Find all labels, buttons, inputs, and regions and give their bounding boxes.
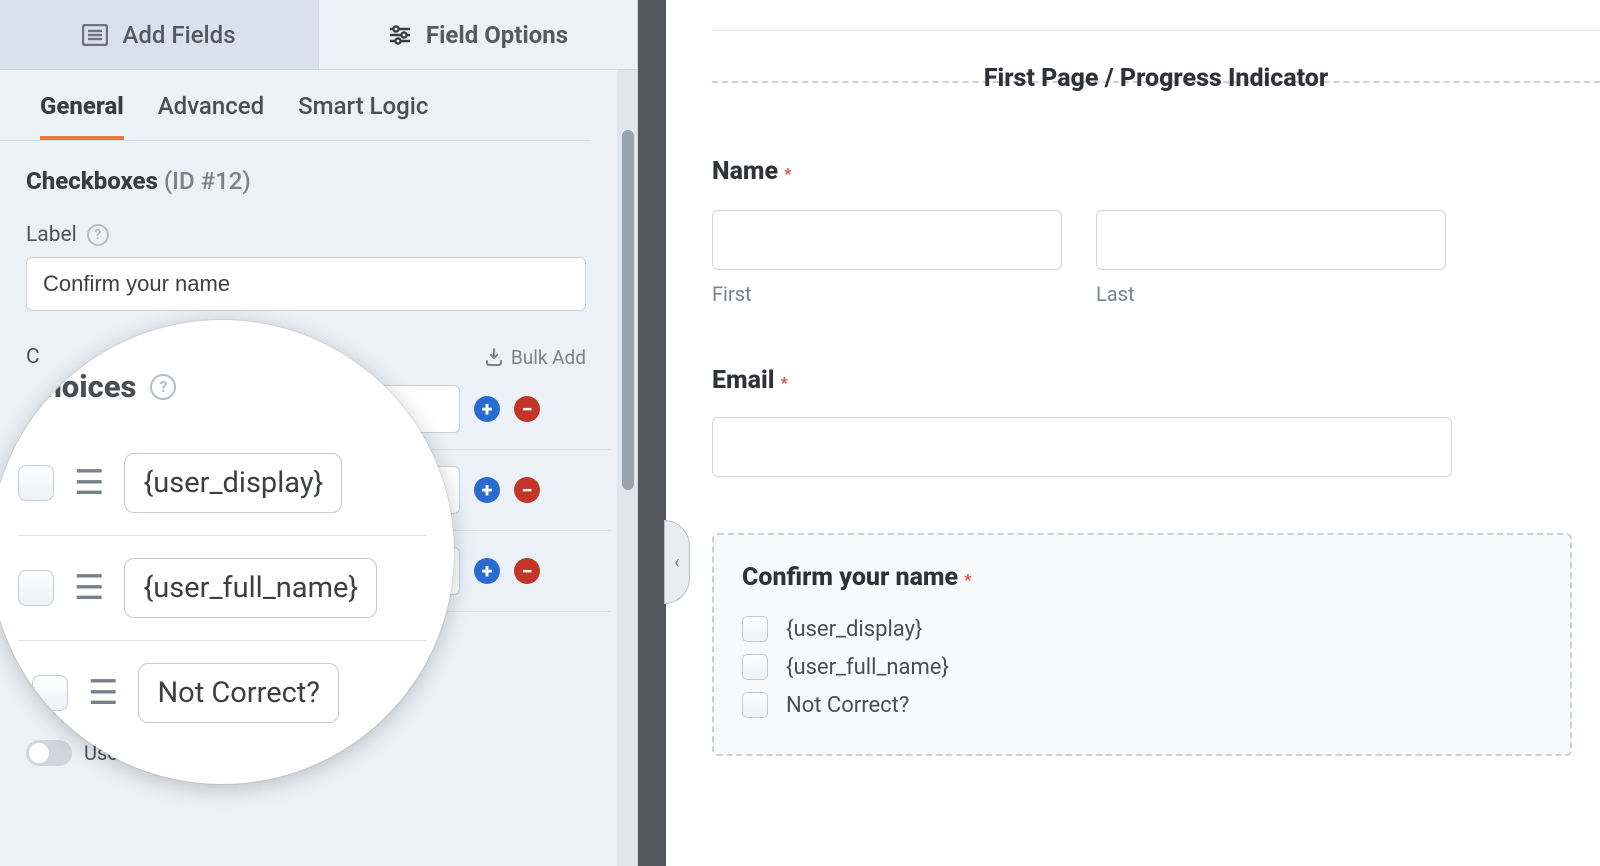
choices-caption: C <box>26 345 40 369</box>
last-name-input[interactable] <box>1096 210 1446 270</box>
drag-handle-icon[interactable]: ☰ <box>74 474 104 493</box>
email-field: Email* <box>712 366 1600 477</box>
required-asterisk: * <box>958 570 971 589</box>
tab-field-options[interactable]: Field Options <box>319 0 637 70</box>
confirm-label: Confirm your name <box>742 563 958 592</box>
checkbox[interactable] <box>742 692 768 718</box>
bulk-add-label: Bulk Add <box>511 346 586 369</box>
checkbox[interactable] <box>742 616 768 642</box>
choice-input[interactable]: {user_full_name} <box>124 558 377 618</box>
page-indicator: First Page / Progress Indicator <box>712 81 1600 83</box>
label-caption: Label <box>26 223 77 247</box>
confirm-choices-list: {user_display} {user_full_name} Not Corr… <box>742 610 1542 724</box>
bulk-add-button[interactable]: Bulk Add <box>485 346 586 369</box>
remove-choice-button[interactable]: − <box>514 558 540 584</box>
top-tabs: Add Fields Field Options <box>0 0 637 70</box>
required-asterisk: * <box>774 373 787 392</box>
lens-choice-row: ☰ {user_full_name} <box>18 536 426 641</box>
field-heading: Checkboxes (ID #12) <box>26 167 611 195</box>
first-name-input[interactable] <box>712 210 1062 270</box>
icon-choices-toggle[interactable] <box>26 740 72 766</box>
choice-input[interactable]: {user_display} <box>124 453 342 513</box>
name-field: Name* First Last <box>712 157 1600 306</box>
download-icon <box>485 348 503 366</box>
subtab-smart-logic[interactable]: Smart Logic <box>298 92 428 140</box>
email-input[interactable] <box>712 417 1452 477</box>
confirm-choice-item: Not Correct? <box>742 686 1542 724</box>
remove-choice-button[interactable]: − <box>514 477 540 503</box>
chevron-left-icon: ‹ <box>674 552 679 573</box>
name-label: Name <box>712 157 778 186</box>
add-choice-button[interactable]: + <box>474 396 500 422</box>
sliders-icon <box>388 24 412 46</box>
last-sublabel: Last <box>1096 282 1446 306</box>
checkbox[interactable] <box>742 654 768 680</box>
subtab-general[interactable]: General <box>40 92 124 140</box>
lens-choices-heading: Choices ? <box>18 368 426 405</box>
form-preview: First Page / Progress Indicator Name* Fi… <box>666 0 1600 866</box>
magnifier-lens: Choices ? ☰ {user_display} ☰ {user_full_… <box>0 320 454 784</box>
collapse-handle[interactable]: ‹ <box>664 520 690 604</box>
confirm-choice-item: {user_full_name} <box>742 648 1542 686</box>
lens-choice-row: ☰ {user_display} <box>18 431 426 536</box>
last-name-col: Last <box>1096 210 1446 306</box>
lens-choice-row: ☰ Not Correct? <box>18 641 426 745</box>
required-asterisk: * <box>778 164 791 183</box>
remove-choice-button[interactable]: − <box>514 396 540 422</box>
confirm-choice-item: {user_display} <box>742 610 1542 648</box>
add-choice-button[interactable]: + <box>474 477 500 503</box>
confirm-name-field[interactable]: Confirm your name* {user_display} {user_… <box>712 533 1572 756</box>
field-id: (ID #12) <box>164 167 251 195</box>
email-label: Email <box>712 366 774 395</box>
tab-field-options-label: Field Options <box>426 21 568 49</box>
sub-tabs: General Advanced Smart Logic <box>0 70 591 141</box>
scrollbar-track[interactable] <box>617 70 637 866</box>
list-icon <box>82 24 108 46</box>
field-type-label: Checkboxes <box>26 167 158 195</box>
first-sublabel: First <box>712 282 1062 306</box>
choice-input[interactable]: Not Correct? <box>138 663 338 723</box>
first-name-col: First <box>712 210 1062 306</box>
drag-handle-icon[interactable]: ☰ <box>88 684 118 703</box>
field-options-panel: Add Fields Field Options General Advance… <box>0 0 638 866</box>
subtab-advanced[interactable]: Advanced <box>158 92 264 140</box>
choice-checkbox[interactable] <box>18 570 54 606</box>
help-icon[interactable]: ? <box>150 374 176 400</box>
add-choice-button[interactable]: + <box>474 558 500 584</box>
scrollbar-thumb[interactable] <box>622 130 634 490</box>
panel-divider: ‹ <box>638 0 666 866</box>
tab-add-fields[interactable]: Add Fields <box>0 0 319 70</box>
tab-add-fields-label: Add Fields <box>122 21 235 49</box>
checkbox-label: {user_full_name} <box>786 655 949 680</box>
checkbox-label: Not Correct? <box>786 693 909 718</box>
drag-handle-icon[interactable]: ☰ <box>74 579 104 598</box>
field-label-input[interactable] <box>26 257 586 311</box>
help-icon[interactable]: ? <box>87 224 109 246</box>
choice-checkbox[interactable] <box>18 465 54 501</box>
checkbox-label: {user_display} <box>786 617 922 642</box>
label-caption-row: Label ? <box>26 223 611 247</box>
